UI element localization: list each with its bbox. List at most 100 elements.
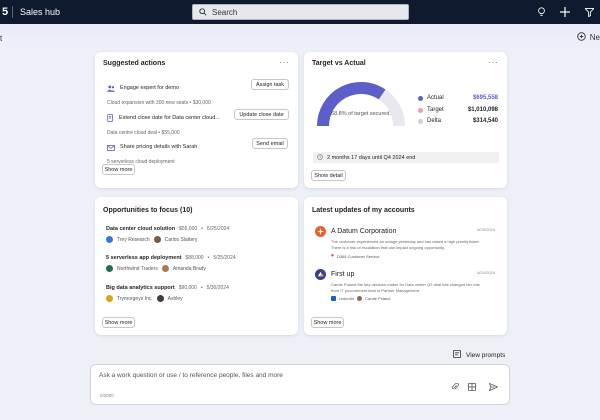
source-label: LinkedIn [339,296,355,301]
opportunity-title: Big data analytics support [106,285,175,291]
update-body: The customer experienced an outage yeste… [331,239,480,250]
suggested-action-item: Engage expert for demo Cloud expansion w… [107,79,211,106]
source-label: D365 Customer Service [336,253,380,259]
legend-row: Target $1,010,098 [418,107,498,113]
top-bar: 5 Sales hub [0,0,600,24]
lightbulb-icon[interactable] [536,7,546,17]
action-subtitle: Data centre cloud deal • $55,000 [107,130,180,136]
search-box[interactable] [192,4,409,20]
update-date: 6/25/2024 [477,227,495,232]
person-name: Ashley [167,295,183,302]
suggested-action-item: Extend close date for Data center cloud.… [107,109,220,136]
company-logo [106,236,113,243]
character-counter: 0/2000 [100,393,114,398]
legend-label: Target [427,107,444,113]
heart-icon: ♥ [331,253,334,259]
more-options-icon[interactable]: ··· [488,58,499,67]
company-logo-icon [315,269,326,280]
action-title: Engage expert for demo [120,85,180,91]
account-update-item[interactable]: A Datum Corporation 6/25/2024 The custom… [315,226,495,259]
brand: 5 Sales hub [0,0,60,24]
update-source: LinkedIn Carole Poland [315,296,495,301]
company-logo [106,295,113,302]
search-icon [199,3,207,21]
update-close-date-button[interactable]: Update close date [234,109,289,120]
opportunity-item[interactable]: 5 serverless app deployment $88,000 • 5/… [106,255,236,272]
card-title: Opportunities to focus (10) [103,207,193,214]
company-logo [106,265,113,272]
header-strip: t Ne [0,24,600,50]
update-date: 6/24/2024 [477,270,495,275]
company-name: Northwind Traders [117,265,158,272]
update-body: Carole Poland the key decision maker for… [331,282,480,293]
legend-label: Delta [427,118,442,124]
new-chat-label: Ne [589,33,600,42]
plus-icon[interactable] [560,7,570,17]
account-update-item[interactable]: First up 6/24/2024 Carole Poland the key… [315,269,495,301]
legend-row: Delta $314,540 [418,118,498,124]
mail-icon [107,138,115,156]
legend-dot [418,95,423,101]
divider [12,6,13,18]
update-source: ♥ D365 Customer Service [315,253,495,259]
opportunity-value: $55,000 [179,226,198,232]
avatar [153,236,161,243]
legend-label: Actual [427,95,444,101]
account-name: First up [331,271,355,278]
opportunity-date: 5/25/2024 [213,255,236,261]
opportunity-title: 5 serverless app deployment [106,255,182,261]
new-chat-button[interactable]: Ne [577,32,600,43]
opportunity-date: 5/30/2024 [206,285,229,291]
document-edit-icon [107,109,114,127]
app-name[interactable]: Sales hub [20,7,60,17]
card-title: Latest updates of my accounts [312,207,415,214]
company-logo-icon [315,226,326,237]
view-prompts-button[interactable]: View prompts [453,350,505,360]
filter-icon[interactable] [584,7,594,17]
legend-value: $695,558 [472,95,498,101]
send-icon[interactable] [488,378,499,396]
app-launcher-glyph[interactable]: 5 [2,6,8,18]
opportunity-item[interactable]: Big data analytics support $90,000 • 5/3… [106,285,229,302]
apps-icon[interactable] [468,378,476,396]
opportunity-item[interactable]: Data center cloud solution $55,000 • 6/2… [106,226,229,243]
person-name: Amanda Brady [172,265,206,272]
donut-fill [317,82,386,127]
person-name: Carlos Slattery [164,236,198,243]
opportunity-value: $90,000 [178,285,197,291]
show-more-button[interactable]: Show more [102,317,135,328]
legend-dot [418,107,423,113]
suggested-action-item: Share pricing details with Sarah 5 serve… [107,138,197,165]
person-name: Carole Poland [365,296,391,301]
prompt-input[interactable] [99,372,399,384]
opportunity-title: Data center cloud solution [106,226,176,232]
assign-task-button[interactable]: Assign task [251,79,289,90]
show-more-button[interactable]: Show more [311,317,344,328]
send-email-button[interactable]: Send email [252,138,288,149]
legend-value: $314,540 [472,118,498,124]
legend-row: Actual $695,558 [418,95,498,101]
action-title: Share pricing details with Sarah [120,144,198,150]
company-name: Trey Research [117,236,150,243]
show-detail-button[interactable]: Show detail [311,170,346,181]
view-prompts-label: View prompts [466,351,506,359]
time-remaining: 2 months 17 days until Q4 2024 end [313,152,499,163]
avatar [161,265,169,272]
more-options-icon[interactable]: ··· [279,58,290,67]
prompt-box: 0/2000 [90,364,510,405]
opportunity-date: 6/25/2024 [206,226,230,232]
target-donut-chart [317,82,405,127]
show-more-button[interactable]: Show more [102,164,135,175]
latest-updates-card: Latest updates of my accounts [304,197,507,335]
card-title: Target vs Actual [312,60,366,67]
prompts-icon [453,350,461,360]
card-title: Suggested actions [103,60,166,67]
avatar [357,296,363,301]
action-subtitle: Cloud expansion with 300 new seats • $30… [107,100,211,106]
company-name: Trymorgeys Inc. [117,295,153,302]
percent-text: 68.8% of target secured. [331,111,391,117]
search-input[interactable] [212,7,392,17]
legend-value: $1,010,098 [467,107,498,113]
time-remaining-text: 2 months 17 days until Q4 2024 end [327,154,416,161]
attach-icon[interactable] [451,378,459,396]
